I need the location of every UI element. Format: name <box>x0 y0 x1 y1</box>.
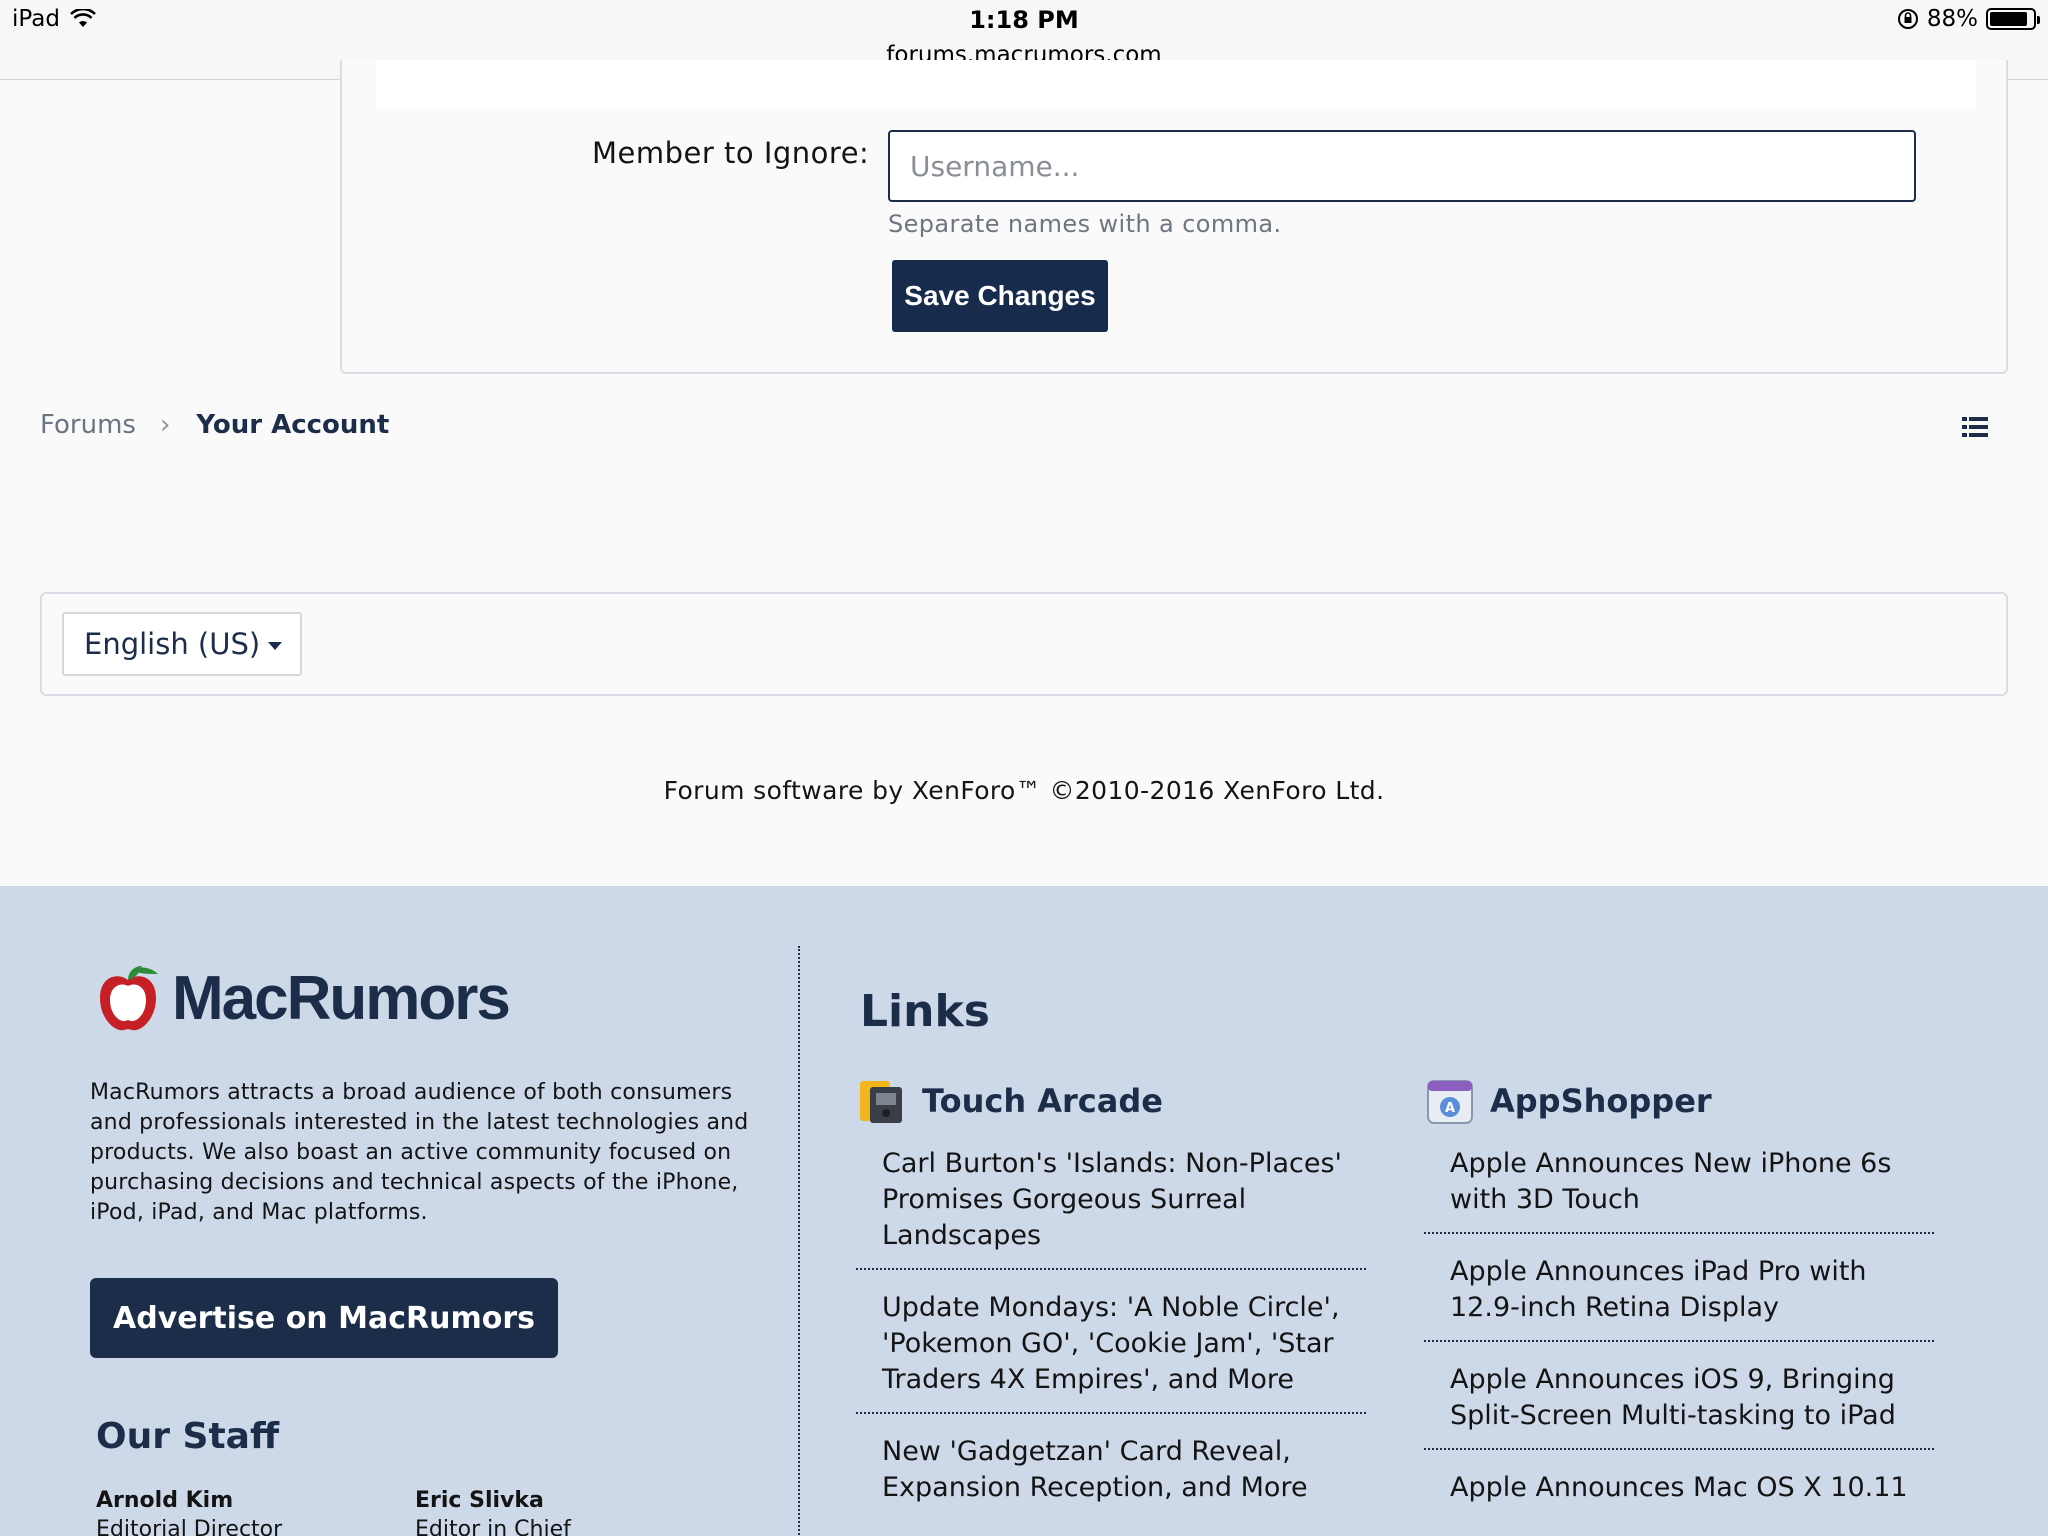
staff-member: Arnold Kim Editorial Director <box>96 1488 282 1536</box>
status-time: 1:18 PM <box>969 6 1079 34</box>
touch-arcade-link[interactable]: Carl Burton's 'Islands: Non-Places' Prom… <box>856 1126 1366 1270</box>
battery-icon <box>1986 8 2040 30</box>
language-bar: English (US) <box>40 592 2008 696</box>
appshopper-column: A AppShopper Apple Announces New iPhone … <box>1424 1076 1934 1520</box>
rotation-lock-icon <box>1897 9 1918 29</box>
language-select[interactable]: English (US) <box>62 612 302 676</box>
macrumors-logo[interactable]: MacRumors <box>92 962 511 1034</box>
site-footer: MacRumors MacRumors attracts a broad aud… <box>0 886 2048 1536</box>
apple-logo-icon <box>100 966 158 1031</box>
save-changes-button[interactable]: Save Changes <box>892 260 1108 332</box>
member-to-ignore-label: Member to Ignore: <box>592 136 870 170</box>
breadcrumb: Forums › Your Account <box>40 410 389 440</box>
username-input[interactable] <box>888 130 1916 202</box>
about-text: MacRumors attracts a broad audience of b… <box>90 1080 749 1225</box>
caret-down-icon <box>268 642 283 650</box>
appshopper-title: AppShopper <box>1490 1082 1712 1120</box>
ignore-form: Member to Ignore: Separate names with a … <box>340 60 2008 374</box>
staff-role: Editor in Chief <box>415 1517 571 1536</box>
appshopper-link[interactable]: Apple Announces New iPhone 6s with 3D To… <box>1424 1126 1934 1234</box>
copyright-text: Forum software by XenForo™ ©2010-2016 Xe… <box>663 776 1385 805</box>
appshopper-link[interactable]: Apple Announces iOS 9, Bringing Split-Sc… <box>1424 1342 1934 1450</box>
breadcrumb-forums[interactable]: Forums <box>40 410 136 440</box>
appshopper-link[interactable]: Apple Announces Mac OS X 10.11 <box>1424 1450 1934 1520</box>
touch-arcade-link[interactable]: New 'Gadgetzan' Card Reveal, Expansion R… <box>856 1414 1366 1520</box>
form-top-strip <box>376 60 1976 108</box>
language-selected: English (US) <box>84 627 261 661</box>
svg-text:A: A <box>1445 1101 1455 1116</box>
logo-text: MacRumors <box>172 963 511 1033</box>
touch-arcade-link[interactable]: Update Mondays: 'A Noble Circle', 'Pokem… <box>856 1270 1366 1414</box>
links-title: Links <box>860 986 990 1037</box>
advertise-button[interactable]: Advertise on MacRumors <box>90 1278 558 1358</box>
breadcrumb-your-account[interactable]: Your Account <box>196 410 389 440</box>
appshopper-icon: A <box>1427 1080 1473 1124</box>
status-right: 88% <box>1897 6 2040 32</box>
appshopper-link[interactable]: Apple Announces iPad Pro with 12.9-inch … <box>1424 1234 1934 1342</box>
staff-role: Editorial Director <box>96 1517 283 1536</box>
footer-divider <box>798 946 800 1536</box>
staff-member: Eric Slivka Editor in Chief <box>415 1488 571 1536</box>
touch-arcade-icon <box>860 1081 902 1123</box>
battery-percent: 88% <box>1926 6 1978 32</box>
input-hint: Separate names with a comma. <box>888 210 1282 238</box>
appshopper-header[interactable]: A AppShopper <box>1424 1076 1934 1126</box>
staff-name[interactable]: Eric Slivka <box>415 1488 571 1513</box>
staff-title: Our Staff <box>96 1416 280 1457</box>
touch-arcade-title: Touch Arcade <box>922 1082 1163 1120</box>
touch-arcade-header[interactable]: Touch Arcade <box>856 1076 1366 1126</box>
staff-name[interactable]: Arnold Kim <box>96 1488 282 1513</box>
chevron-right-icon: › <box>159 410 171 440</box>
list-icon[interactable] <box>1962 416 1988 438</box>
touch-arcade-column: Touch Arcade Carl Burton's 'Islands: Non… <box>856 1076 1366 1520</box>
